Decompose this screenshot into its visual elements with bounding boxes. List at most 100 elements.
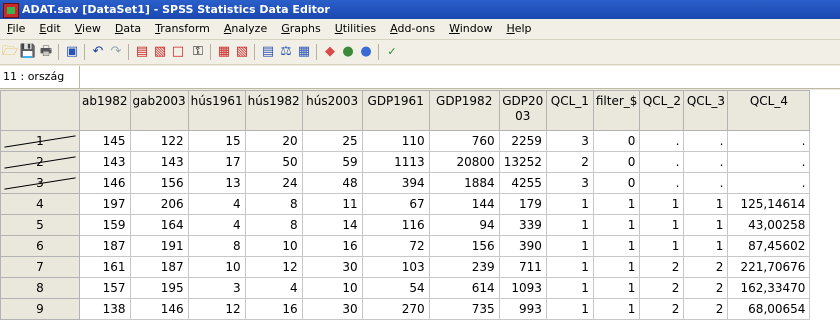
data-cell[interactable]: 1 (683, 193, 729, 215)
data-cell[interactable]: 1 (545, 298, 594, 320)
data-cell[interactable]: 221,70676 (727, 256, 811, 278)
weight-cases-icon[interactable]: ⚖ (278, 44, 294, 60)
data-cell[interactable]: 143 (79, 151, 131, 173)
menu-item[interactable]: Edit (32, 19, 67, 39)
row-number-filtered[interactable]: 3 (0, 172, 80, 194)
data-cell[interactable]: 13 (187, 172, 246, 194)
column-header[interactable]: hús2003 (301, 90, 363, 131)
data-cell[interactable]: 2 (683, 277, 729, 299)
data-cell[interactable]: 24 (244, 172, 303, 194)
data-cell[interactable]: 54 (361, 277, 430, 299)
use-sets-icon[interactable]: ● (340, 44, 356, 60)
menu-item[interactable]: Analyze (217, 19, 274, 39)
data-cell[interactable]: 30 (301, 298, 363, 320)
data-cell[interactable]: 187 (129, 256, 189, 278)
data-cell[interactable]: 2 (639, 277, 685, 299)
show-all-variables-icon[interactable]: ● (358, 44, 374, 60)
data-cell[interactable]: 239 (428, 256, 500, 278)
column-header[interactable]: QCL_4 (727, 90, 811, 131)
data-cell[interactable]: 110 (361, 130, 430, 152)
grid-corner[interactable] (0, 90, 80, 131)
data-cell[interactable]: 10 (244, 235, 303, 257)
data-cell[interactable]: 197 (79, 193, 131, 215)
column-header[interactable]: QCL_3 (683, 90, 729, 131)
goto-case-icon[interactable]: ▤ (134, 44, 150, 60)
data-cell[interactable]: 159 (79, 214, 131, 236)
data-cell[interactable]: 1 (592, 298, 641, 320)
print-icon[interactable]: 🖶 (38, 44, 54, 60)
data-cell[interactable]: 993 (498, 298, 547, 320)
data-cell[interactable]: 138 (79, 298, 131, 320)
data-cell[interactable]: 1 (545, 277, 594, 299)
data-cell[interactable]: 122 (129, 130, 189, 152)
value-labels-icon[interactable]: ◆ (322, 44, 338, 60)
data-cell[interactable]: 1 (639, 235, 685, 257)
data-cell[interactable]: . (683, 172, 729, 194)
data-cell[interactable]: 43,00258 (727, 214, 811, 236)
data-cell[interactable]: 390 (498, 235, 547, 257)
data-cell[interactable]: 191 (129, 235, 189, 257)
data-cell[interactable]: 25 (301, 130, 363, 152)
menu-item[interactable]: Data (108, 19, 148, 39)
data-cell[interactable]: 1 (592, 214, 641, 236)
data-cell[interactable]: . (727, 151, 811, 173)
data-cell[interactable]: 156 (129, 172, 189, 194)
menu-item[interactable]: Help (499, 19, 538, 39)
insert-variable-icon[interactable]: ▧ (234, 44, 250, 60)
column-header[interactable]: gab2003 (129, 90, 189, 131)
data-cell[interactable]: 156 (428, 235, 500, 257)
data-cell[interactable]: 1 (639, 193, 685, 215)
data-cell[interactable]: 711 (498, 256, 547, 278)
data-cell[interactable]: 30 (301, 256, 363, 278)
save-icon[interactable]: 💾 (20, 44, 36, 60)
data-cell[interactable]: . (727, 130, 811, 152)
data-cell[interactable]: 0 (592, 130, 641, 152)
data-cell[interactable]: 735 (428, 298, 500, 320)
goto-variable-icon[interactable]: ▧ (152, 44, 168, 60)
row-number-filtered[interactable]: 1 (0, 130, 80, 152)
row-number-filtered[interactable]: 2 (0, 151, 80, 173)
data-cell[interactable]: 3 (545, 172, 594, 194)
column-header[interactable]: hús1982 (244, 90, 303, 131)
column-header[interactable]: hús1961 (187, 90, 246, 131)
data-cell[interactable]: 68,00654 (727, 298, 811, 320)
data-cell[interactable]: 1 (592, 256, 641, 278)
column-header[interactable]: GDP1982 (428, 90, 500, 131)
data-cell[interactable]: 1 (639, 214, 685, 236)
data-cell[interactable]: 13252 (498, 151, 547, 173)
data-cell[interactable]: . (639, 172, 685, 194)
data-cell[interactable]: 12 (187, 298, 246, 320)
data-cell[interactable]: 8 (187, 235, 246, 257)
column-header[interactable]: GDP2003 (498, 90, 547, 131)
data-cell[interactable]: 3 (545, 130, 594, 152)
data-cell[interactable]: . (727, 172, 811, 194)
data-cell[interactable]: 1 (545, 256, 594, 278)
select-cases-icon[interactable]: ▦ (296, 44, 312, 60)
data-cell[interactable]: 143 (129, 151, 189, 173)
title-bar[interactable]: ADAT.sav [DataSet1] - SPSS Statistics Da… (0, 0, 840, 19)
variables-icon[interactable]: □ (170, 44, 186, 60)
find-icon[interactable]: ⚿ (190, 44, 206, 60)
data-cell[interactable]: 12 (244, 256, 303, 278)
data-cell[interactable]: 94 (428, 214, 500, 236)
data-cell[interactable]: 116 (361, 214, 430, 236)
data-cell[interactable]: 2 (545, 151, 594, 173)
split-file-icon[interactable]: ▤ (260, 44, 276, 60)
data-cell[interactable]: 1113 (361, 151, 430, 173)
data-cell[interactable]: . (683, 130, 729, 152)
column-header[interactable]: filter_$ (592, 90, 641, 131)
data-cell[interactable]: 144 (428, 193, 500, 215)
data-cell[interactable]: 2 (639, 298, 685, 320)
data-cell[interactable]: 125,14614 (727, 193, 811, 215)
data-cell[interactable]: 1 (592, 277, 641, 299)
row-number[interactable]: 6 (0, 235, 80, 257)
row-number[interactable]: 4 (0, 193, 80, 215)
menu-item[interactable]: Graphs (274, 19, 327, 39)
data-cell[interactable]: 187 (79, 235, 131, 257)
data-cell[interactable]: 2259 (498, 130, 547, 152)
data-cell[interactable]: 1093 (498, 277, 547, 299)
data-cell[interactable]: 2 (683, 256, 729, 278)
redo-icon[interactable]: ↷ (108, 44, 124, 60)
data-cell[interactable]: 20800 (428, 151, 500, 173)
data-cell[interactable]: 1 (592, 193, 641, 215)
